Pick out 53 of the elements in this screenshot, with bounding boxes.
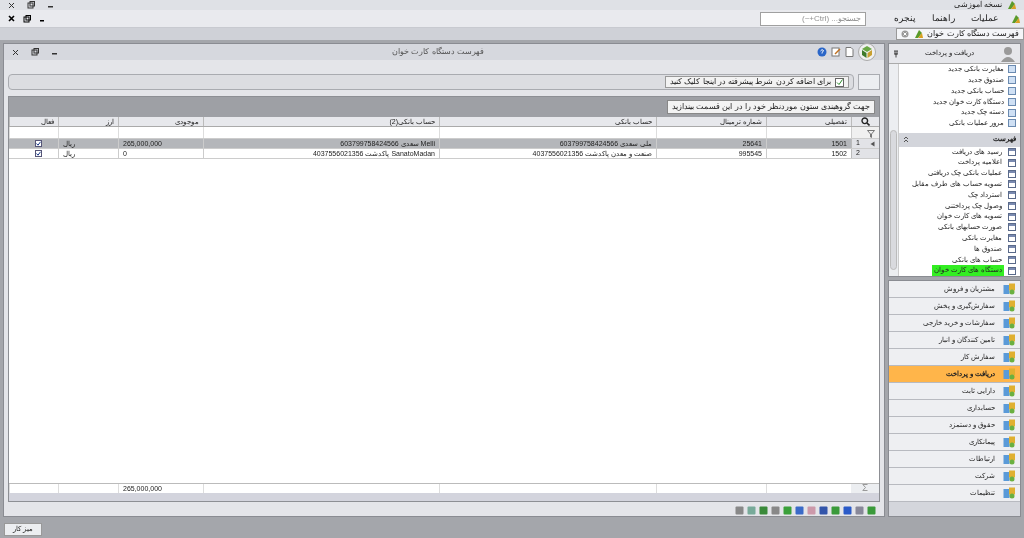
group-by-hint: جهت گروهبندی ستون موردنظر خود را در این قسمت بیندازید	[667, 100, 875, 114]
document-tab[interactable]: فهرست دستگاه کارت خوان	[896, 28, 1024, 40]
search-field[interactable]: جستجو... (Ctrl+~)	[760, 11, 866, 26]
filter-toggle-button[interactable]	[858, 74, 880, 90]
restore-icon[interactable]	[27, 1, 35, 9]
module-icon	[1003, 300, 1016, 312]
list-icon	[1008, 180, 1016, 189]
search-icon[interactable]	[861, 117, 870, 126]
module-icon	[1003, 402, 1016, 414]
module-icon	[1003, 385, 1016, 397]
leaf-icon	[913, 29, 924, 39]
module-icon	[1003, 453, 1016, 465]
close-icon[interactable]	[8, 15, 15, 22]
checkbox[interactable]	[35, 140, 42, 147]
app-logo-icon	[1006, 0, 1016, 10]
app-title: نسخه آموزشی	[953, 0, 1002, 10]
help-icon[interactable]	[817, 47, 827, 57]
module-icon	[1003, 283, 1016, 295]
restore-icon[interactable]	[31, 48, 39, 56]
window-title: فهرست دستگاه کارت خوان	[392, 46, 484, 58]
app-logo-icon	[1010, 13, 1020, 24]
module-icon	[1003, 351, 1016, 363]
module-icon	[1003, 334, 1016, 346]
restore-icon[interactable]	[23, 14, 31, 23]
close-icon[interactable]	[12, 48, 19, 56]
module-icon	[1003, 317, 1016, 329]
module-icon	[1003, 487, 1016, 499]
list-icon	[1008, 147, 1016, 156]
scrollbar[interactable]	[889, 64, 899, 276]
row-pointer-icon	[870, 140, 875, 147]
list-icon	[1008, 234, 1016, 243]
menu-item[interactable]: راهنما	[928, 11, 959, 26]
module-icon	[1003, 436, 1016, 448]
module-icon	[1003, 368, 1016, 380]
list-icon	[1008, 158, 1016, 167]
collapse-icon	[903, 136, 909, 144]
list-icon	[1008, 223, 1016, 232]
module-icon	[1003, 470, 1016, 482]
new-page-icon[interactable]	[845, 47, 854, 57]
user-avatar-icon	[1000, 45, 1016, 62]
list-icon	[1008, 169, 1016, 178]
checkbox[interactable]	[35, 150, 42, 157]
checklist-icon	[835, 77, 844, 87]
menu-item[interactable]: عملیات	[967, 11, 1002, 26]
list-icon	[1008, 212, 1016, 221]
horizontal-scrollbar[interactable]	[9, 493, 879, 501]
menu-item[interactable]: پنجره	[890, 11, 920, 26]
filter-bar[interactable]: برای اضافه کردن شرط پیشرفته در اینجا کلیک کنید	[8, 74, 854, 90]
cube-logo-icon[interactable]	[858, 43, 876, 61]
module-icon	[1003, 419, 1016, 431]
edit-icon[interactable]	[831, 47, 841, 57]
pin-icon[interactable]	[893, 49, 899, 58]
close-icon[interactable]	[8, 1, 15, 9]
